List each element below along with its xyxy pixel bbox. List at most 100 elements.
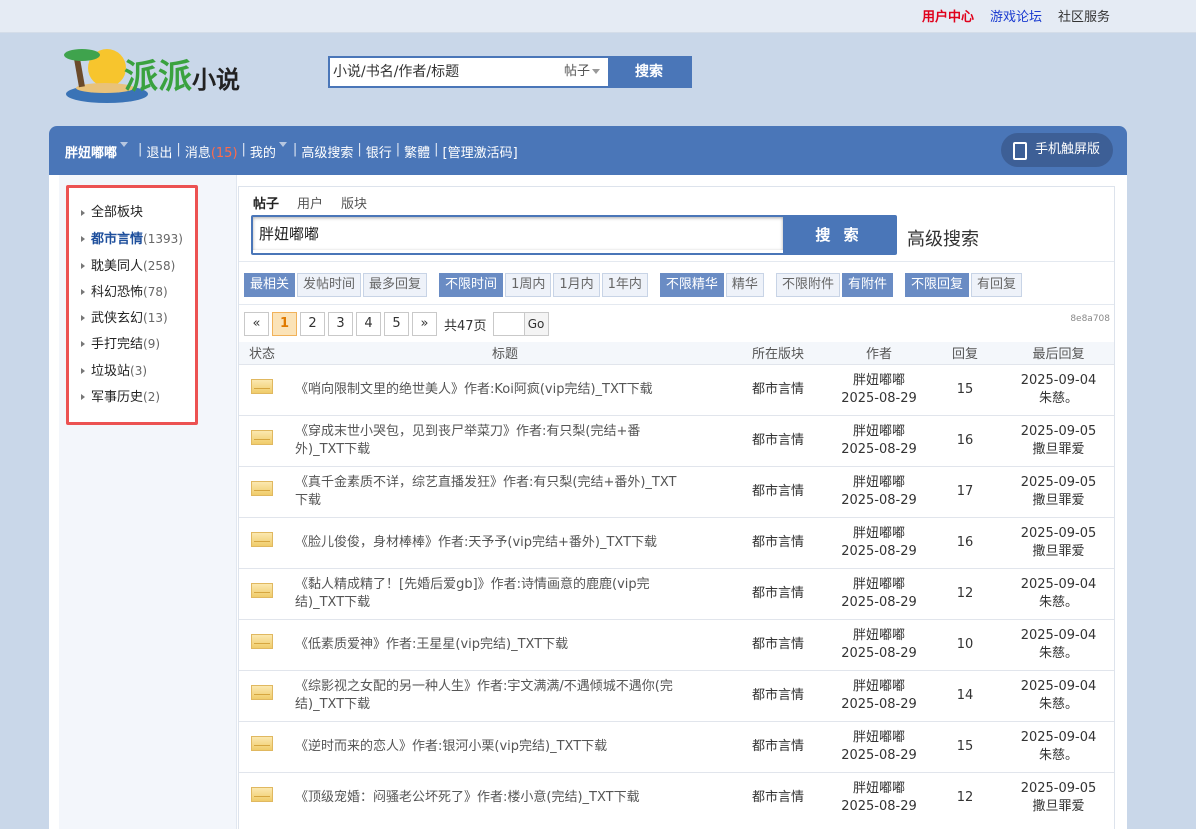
- filter-sort-relevant[interactable]: 最相关: [244, 273, 296, 297]
- page-2[interactable]: 2: [300, 312, 325, 336]
- board-link[interactable]: 都市言情: [752, 688, 804, 703]
- board-link[interactable]: 都市言情: [752, 382, 804, 397]
- traditional-link[interactable]: 繁體: [404, 142, 430, 161]
- page-prev[interactable]: «: [244, 312, 269, 336]
- last-reply-user[interactable]: 撒旦罪爱: [1032, 544, 1084, 559]
- author-link[interactable]: 胖妞嘟嘟: [853, 577, 905, 592]
- author-link[interactable]: 胖妞嘟嘟: [853, 628, 905, 643]
- sidebar-item-wuxia[interactable]: 武侠玄幻(13): [79, 305, 195, 331]
- site-logo[interactable]: 派派小说: [64, 43, 254, 105]
- username-menu[interactable]: 胖妞嘟嘟: [65, 142, 117, 161]
- messages-link[interactable]: 消息(15): [185, 142, 238, 161]
- author-link[interactable]: 胖妞嘟嘟: [853, 373, 905, 388]
- last-reply-user[interactable]: 撒旦罪爱: [1032, 493, 1084, 508]
- filter-sort-replies[interactable]: 最多回复: [363, 273, 428, 297]
- tab-users[interactable]: 用户: [297, 193, 323, 212]
- header-search-input[interactable]: [330, 58, 556, 86]
- chevron-down-icon[interactable]: [120, 142, 129, 161]
- search-input[interactable]: [253, 217, 783, 250]
- thread-title-link[interactable]: 《逆时而来的恋人》作者:银河小栗(vip完结)_TXT下载: [295, 739, 607, 754]
- search-button[interactable]: 搜 索: [783, 217, 895, 253]
- last-reply-user[interactable]: 朱慈。: [1039, 748, 1078, 763]
- board-link[interactable]: 都市言情: [752, 586, 804, 601]
- thread-title-link[interactable]: 《真千金素质不详，综艺直播发狂》作者:有只梨(完结+番外)_TXT下载: [295, 475, 676, 508]
- last-reply-user[interactable]: 朱慈。: [1039, 646, 1078, 661]
- sidebar-item-military[interactable]: 军事历史(2): [79, 384, 195, 410]
- filter-digest-any[interactable]: 不限精华: [659, 273, 724, 297]
- thread-title-link[interactable]: 《脸儿俊俊，身材棒棒》作者:天予予(vip完结+番外)_TXT下载: [295, 535, 657, 550]
- last-reply-user[interactable]: 朱慈。: [1039, 697, 1078, 712]
- last-reply-date: 2025-09-04: [1020, 729, 1097, 745]
- sidebar-item-urban[interactable]: 都市言情(1393): [79, 226, 195, 252]
- author-link[interactable]: 胖妞嘟嘟: [853, 475, 905, 490]
- logo-text-2: 小说: [192, 66, 240, 94]
- post-date: 2025-08-29: [841, 696, 917, 712]
- tab-posts[interactable]: 帖子: [253, 193, 279, 212]
- filter-time-any[interactable]: 不限时间: [439, 273, 504, 297]
- author-link[interactable]: 胖妞嘟嘟: [853, 679, 905, 694]
- page-go-button[interactable]: Go: [524, 312, 549, 336]
- thread-title-link[interactable]: 《穿成末世小哭包，见到丧尸举菜刀》作者:有只梨(完结+番外)_TXT下载: [295, 424, 640, 457]
- col-replies: 回复: [927, 342, 1003, 364]
- sidebar-item-typed[interactable]: 手打完结(9): [79, 331, 195, 357]
- mine-menu[interactable]: 我的: [250, 142, 276, 161]
- logout-link[interactable]: 退出: [146, 142, 172, 161]
- post-date: 2025-08-29: [841, 594, 917, 610]
- last-reply-user[interactable]: 朱慈。: [1039, 595, 1078, 610]
- game-forum-link[interactable]: 游戏论坛: [990, 6, 1042, 25]
- admin-code-link[interactable]: [管理激活码]: [443, 142, 518, 161]
- thread-title-link[interactable]: 《顶级宠婚：闷骚老公坏死了》作者:楼小意(完结)_TXT下载: [295, 790, 640, 805]
- tab-boards[interactable]: 版块: [341, 193, 367, 212]
- post-date: 2025-08-29: [841, 390, 917, 406]
- thread-title-link[interactable]: 《综影视之女配的另一种人生》作者:宇文满满/不遇倾城不遇你(完结)_TXT下载: [295, 679, 673, 712]
- page-jump-input[interactable]: [492, 312, 525, 336]
- page-next[interactable]: »: [412, 312, 437, 336]
- board-link[interactable]: 都市言情: [752, 739, 804, 754]
- board-link[interactable]: 都市言情: [752, 433, 804, 448]
- page-3[interactable]: 3: [328, 312, 353, 336]
- filter-time-week[interactable]: 1周内: [505, 273, 552, 297]
- last-reply-user[interactable]: 撒旦罪爱: [1032, 799, 1084, 814]
- filter-digest-only[interactable]: 精华: [725, 273, 764, 297]
- page-1[interactable]: 1: [272, 312, 297, 336]
- sidebar-item-danmei[interactable]: 耽美同人(258): [79, 253, 195, 279]
- user-center-link[interactable]: 用户中心: [922, 6, 974, 25]
- filter-time-month[interactable]: 1月内: [553, 273, 600, 297]
- board-link[interactable]: 都市言情: [752, 790, 804, 805]
- mobile-version-button[interactable]: 手机触屏版: [1001, 133, 1113, 167]
- board-link[interactable]: 都市言情: [752, 484, 804, 499]
- filter-sort-time[interactable]: 发帖时间: [297, 273, 362, 297]
- sidebar-item-all[interactable]: 全部板块: [79, 200, 195, 226]
- board-link[interactable]: 都市言情: [752, 637, 804, 652]
- page-4[interactable]: 4: [356, 312, 381, 336]
- last-reply-user[interactable]: 朱慈。: [1039, 391, 1078, 406]
- advanced-search-link[interactable]: 高级搜索: [907, 225, 979, 251]
- author-link[interactable]: 胖妞嘟嘟: [853, 781, 905, 796]
- header-search-button[interactable]: 搜索: [608, 58, 690, 86]
- thread-title-link[interactable]: 《哨向限制文里的绝世美人》作者:Koi阿疯(vip完结)_TXT下载: [295, 382, 653, 397]
- thread-title-link[interactable]: 《黏人精成精了！[先婚后爱gb]》作者:诗情画意的鹿鹿(vip完结)_TXT下载: [295, 577, 650, 610]
- author-link[interactable]: 胖妞嘟嘟: [853, 526, 905, 541]
- filter-time-year[interactable]: 1年内: [601, 273, 648, 297]
- last-reply-user[interactable]: 撒旦罪爱: [1032, 442, 1084, 457]
- filter-reply-only[interactable]: 有回复: [970, 273, 1022, 297]
- sidebar-item-scifi[interactable]: 科幻恐怖(78): [79, 279, 195, 305]
- page-5[interactable]: 5: [384, 312, 409, 336]
- filter-attach-only[interactable]: 有附件: [841, 273, 893, 297]
- filter-reply-any[interactable]: 不限回复: [904, 273, 969, 297]
- board-link[interactable]: 都市言情: [752, 535, 804, 550]
- thread-title-link[interactable]: 《低素质爱神》作者:王星星(vip完结)_TXT下载: [295, 637, 568, 652]
- filter-attach-any[interactable]: 不限附件: [775, 273, 840, 297]
- author-link[interactable]: 胖妞嘟嘟: [853, 424, 905, 439]
- advanced-search-link[interactable]: 高级搜索: [301, 142, 353, 161]
- author-link[interactable]: 胖妞嘟嘟: [853, 730, 905, 745]
- col-last-reply: 最后回复: [1003, 342, 1114, 364]
- top-links: 用户中心 游戏论坛 社区服务: [922, 6, 1110, 25]
- search-type-select[interactable]: 帖子: [556, 58, 608, 86]
- sidebar-item-trash[interactable]: 垃圾站(3): [79, 358, 195, 384]
- table-row: 《真千金素质不详，综艺直播发狂》作者:有只梨(完结+番外)_TXT下载 都市言情…: [239, 465, 1114, 517]
- community-link[interactable]: 社区服务: [1058, 6, 1110, 25]
- table-row: 《黏人精成精了！[先婚后爱gb]》作者:诗情画意的鹿鹿(vip完结)_TXT下载…: [239, 567, 1114, 619]
- chevron-down-icon[interactable]: [278, 142, 287, 161]
- bank-link[interactable]: 银行: [366, 142, 392, 161]
